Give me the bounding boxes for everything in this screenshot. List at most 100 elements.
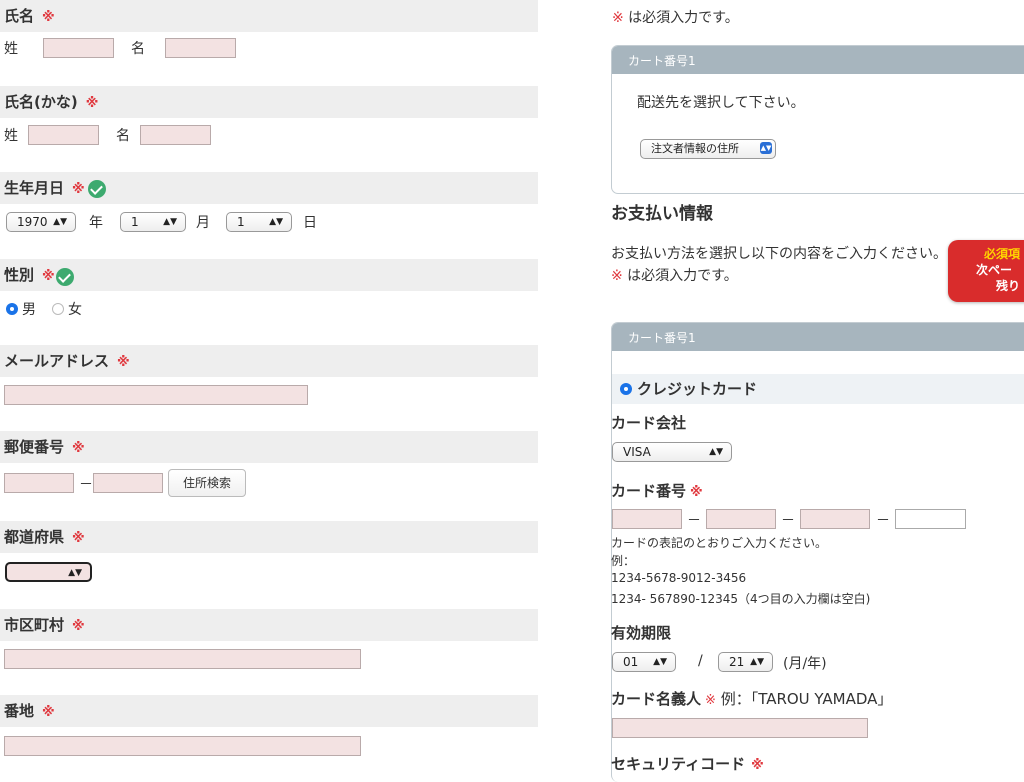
required-mark: ※ xyxy=(42,705,55,720)
prefecture-select[interactable]: ▲▼ xyxy=(5,562,92,582)
card-example-2: 1234- 567890-12345（4つ目の入力欄は空白) xyxy=(611,592,871,606)
postal-code-first-input[interactable] xyxy=(4,473,74,493)
badge-line-3: 残り xyxy=(996,279,1021,293)
card-company-select[interactable]: VISA ▲▼ xyxy=(612,442,732,462)
gender-female-label: 女 xyxy=(68,302,82,318)
select-arrows-icon: ▲▼ xyxy=(269,217,283,227)
last-name-kana-label: 姓 xyxy=(4,128,18,144)
birth-month-value: 1 xyxy=(131,215,139,229)
required-mark: ※ xyxy=(72,531,85,546)
expiry-year-select[interactable]: 21 ▲▼ xyxy=(718,652,773,672)
required-mark: ※ xyxy=(690,485,703,500)
card-number-label: カード番号 xyxy=(611,482,687,500)
expiry-month-select[interactable]: 01 ▲▼ xyxy=(612,652,676,672)
required-mark: ※ xyxy=(85,96,99,111)
card-number-input-3[interactable] xyxy=(800,509,870,529)
first-name-input[interactable] xyxy=(165,38,236,58)
gender-label: 性別 xyxy=(4,266,35,284)
card-holder-input[interactable] xyxy=(612,718,868,738)
select-arrows-icon: ▲▼ xyxy=(163,217,177,227)
card-note: カードの表記のとおりご入力ください。 xyxy=(611,536,828,550)
select-arrows-icon: ▲▼ xyxy=(68,568,82,578)
expiry-year-value: 21 xyxy=(729,655,745,669)
required-mark: ※ xyxy=(72,182,85,197)
address-search-button[interactable]: 住所検索 xyxy=(168,469,246,497)
city-label: 市区町村 xyxy=(4,616,65,634)
card-number-input-1[interactable] xyxy=(612,509,682,529)
email-section-header: メールアドレス ※ xyxy=(0,345,538,377)
email-label: メールアドレス xyxy=(4,352,110,370)
expiry-month-value: 01 xyxy=(623,655,639,669)
security-code-heading: セキュリティコード ※ xyxy=(611,753,764,774)
gender-male-radio[interactable] xyxy=(6,303,18,315)
security-code-label: セキュリティコード xyxy=(611,755,746,773)
postal-code-second-input[interactable] xyxy=(93,473,163,493)
required-mark: ※ xyxy=(42,269,55,284)
expiry-label: 有効期限 xyxy=(611,624,672,642)
postal-label: 郵便番号 xyxy=(4,438,65,456)
select-arrows-icon: ▲▼ xyxy=(53,217,67,227)
kana-label: 氏名(かな) xyxy=(4,93,78,111)
required-note-text: は必須入力です。 xyxy=(622,268,738,284)
payment-required-note: ※ は必須入力です。 xyxy=(611,265,738,285)
cart-panel-header: カート番号1 xyxy=(612,46,1024,74)
birth-year-select[interactable]: 1970 ▲▼ xyxy=(6,212,76,232)
city-section-header: 市区町村 ※ xyxy=(0,609,538,641)
month-unit: 月 xyxy=(196,215,210,231)
holder-heading: カード名義人 ※ 例：「TAROU YAMADA」 xyxy=(611,688,892,709)
gender-section-header: 性別 ※ xyxy=(0,259,538,291)
valid-check-icon xyxy=(56,268,74,286)
card-number-separator: － xyxy=(876,513,890,529)
address-input[interactable] xyxy=(4,736,361,756)
birth-month-select[interactable]: 1 ▲▼ xyxy=(120,212,186,232)
holder-example: 例：「TAROU YAMADA」 xyxy=(715,690,893,708)
prefecture-section-header: 都道府県 ※ xyxy=(0,521,538,553)
required-remaining-badge[interactable]: 必須項 次ペー 残り xyxy=(948,240,1024,302)
year-unit: 年 xyxy=(89,215,103,231)
last-name-input[interactable] xyxy=(43,38,114,58)
prefecture-label: 都道府県 xyxy=(4,528,65,546)
birth-section-header: 生年月日 ※ xyxy=(0,172,538,204)
expiry-slash: / xyxy=(698,653,703,669)
card-company-label: カード会社 xyxy=(611,414,687,432)
delivery-instruction: 配送先を選択して下さい。 xyxy=(637,95,805,111)
email-input[interactable] xyxy=(4,385,308,405)
badge-line-1: 必須項 xyxy=(984,247,1021,261)
required-mark: ※ xyxy=(751,758,764,773)
card-number-input-4[interactable] xyxy=(895,509,966,529)
credit-card-radio[interactable] xyxy=(620,383,632,395)
required-mark: ※ xyxy=(72,619,85,634)
badge-line-2: 次ペー xyxy=(976,263,1013,277)
name-label: 氏名 xyxy=(4,7,35,25)
first-name-kana-label: 名 xyxy=(116,128,130,144)
last-name-kana-input[interactable] xyxy=(28,125,99,145)
delivery-address-select[interactable]: 注文者情報の住所 ▲▼ xyxy=(640,139,776,159)
city-input[interactable] xyxy=(4,649,361,669)
required-mark: ※ xyxy=(612,10,624,26)
select-arrows-icon: ▲▼ xyxy=(760,142,772,154)
example-label: 例： xyxy=(611,554,636,568)
address-label: 番地 xyxy=(4,702,35,720)
name-section-header: 氏名 ※ xyxy=(0,0,538,32)
birth-day-value: 1 xyxy=(237,215,245,229)
required-mark: ※ xyxy=(117,355,130,370)
kana-section-header: 氏名(かな) ※ xyxy=(0,86,538,118)
first-name-kana-input[interactable] xyxy=(140,125,211,145)
card-number-separator: － xyxy=(781,513,795,529)
select-arrows-icon: ▲▼ xyxy=(750,657,764,667)
select-arrows-icon: ▲▼ xyxy=(709,447,723,457)
delivery-address-value: 注文者情報の住所 xyxy=(651,142,739,155)
card-company-value: VISA xyxy=(623,445,651,459)
holder-label: カード名義人 xyxy=(611,690,702,708)
gender-female-radio[interactable] xyxy=(52,303,64,315)
valid-check-icon xyxy=(88,180,106,198)
address-section-header: 番地 ※ xyxy=(0,695,538,727)
first-name-label: 名 xyxy=(131,41,145,57)
day-unit: 日 xyxy=(303,215,317,231)
card-number-input-2[interactable] xyxy=(706,509,776,529)
required-mark: ※ xyxy=(72,441,85,456)
cart-panel-header: カート番号1 xyxy=(612,323,1024,351)
required-mark: ※ xyxy=(611,268,623,284)
birth-day-select[interactable]: 1 ▲▼ xyxy=(226,212,292,232)
required-note-text: は必須入力です。 xyxy=(623,10,739,26)
